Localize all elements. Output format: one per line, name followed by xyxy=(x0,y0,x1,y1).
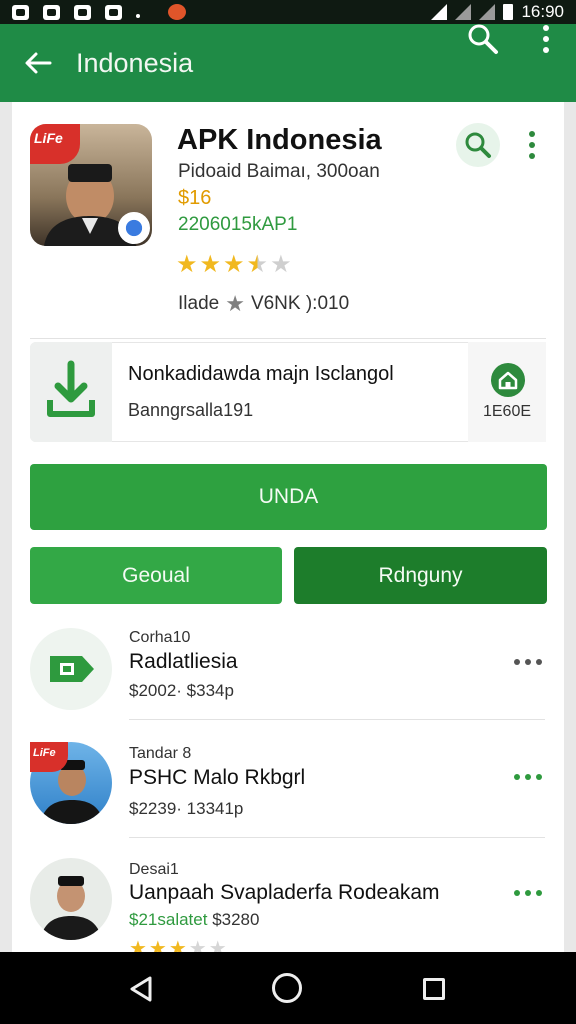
list-item-category: Desai1 xyxy=(129,861,179,878)
image-icon xyxy=(105,4,122,20)
secondary-left-button[interactable]: Geoual xyxy=(30,547,282,604)
app-price: $16 xyxy=(178,187,212,209)
list-item-title[interactable]: Uanpaah Svapladerfa Rodeakam xyxy=(129,881,440,905)
page-title: Indonesia xyxy=(76,47,194,78)
download-subtitle: Banngrsalla191 xyxy=(128,400,254,420)
clock: 16:90 xyxy=(521,2,564,21)
nav-home-icon[interactable] xyxy=(272,973,302,1003)
more-vert-icon[interactable] xyxy=(534,22,558,56)
list-item-icon xyxy=(30,628,112,710)
rating-stars: ★ ★ ★ ★ ★ xyxy=(176,250,292,279)
list-item-category: Tandar 8 xyxy=(129,745,192,762)
divider xyxy=(129,837,545,838)
download-title: Nonkadidawda majn Isclangol xyxy=(128,363,394,385)
more-horiz-icon[interactable] xyxy=(512,887,544,899)
home-icon[interactable] xyxy=(491,363,525,397)
search-icon[interactable] xyxy=(466,22,500,56)
app-code: 2206015kAP1 xyxy=(178,214,298,235)
more-horiz-icon[interactable] xyxy=(512,771,544,783)
notification-icon xyxy=(12,4,29,20)
meta-value: V6NK ):010 xyxy=(250,293,350,314)
app-meta: Ilade ★ V6NK ):010 xyxy=(178,291,349,317)
tag-icon xyxy=(50,656,94,682)
download-size: 1E60E xyxy=(482,403,532,420)
list-item-title[interactable]: PSHC Malo Rkbgrl xyxy=(129,766,305,790)
nav-back-icon[interactable] xyxy=(126,974,156,1004)
dot-icon xyxy=(136,14,140,18)
list-item-subtitle: $2002· $334p xyxy=(129,681,234,700)
list-item-subtitle: $2239· 13341p xyxy=(129,799,244,818)
app-icon: LiFe xyxy=(30,124,152,246)
search-button[interactable] xyxy=(456,123,500,167)
more-horiz-icon[interactable] xyxy=(512,656,544,668)
nav-recents-icon[interactable] xyxy=(423,978,445,1000)
divider xyxy=(129,719,545,720)
star-icon: ★ xyxy=(199,251,222,278)
search-icon xyxy=(465,132,491,158)
app-title: APK Indonesia xyxy=(177,124,382,156)
list-item-price: $21salatet xyxy=(129,910,208,929)
developer-name: Pidoaid Baimaı, 300oan xyxy=(178,161,380,182)
notification-icon xyxy=(74,4,91,20)
list-item-title[interactable]: Radlatliesia xyxy=(129,650,238,674)
battery-icon xyxy=(503,4,514,20)
download-icon-box xyxy=(30,342,112,442)
browser-icon xyxy=(168,4,186,20)
signal-icon xyxy=(455,4,472,20)
star-empty-icon: ★ xyxy=(270,251,292,278)
verified-icon xyxy=(118,212,150,244)
more-vert-icon[interactable] xyxy=(522,128,542,162)
arrow-left-icon xyxy=(25,52,52,74)
app-badge: LiFe xyxy=(30,124,80,164)
list-item-subtitle: $21salatet $3280 xyxy=(129,910,259,930)
notification-icon xyxy=(43,4,60,20)
star-half-icon: ★ xyxy=(246,251,269,278)
divider xyxy=(30,338,546,339)
wifi-icon xyxy=(431,4,448,20)
star-icon: ★ xyxy=(225,291,245,316)
download-icon xyxy=(47,360,95,417)
primary-button[interactable]: UNDA xyxy=(30,464,547,530)
signal-icon xyxy=(479,4,496,20)
list-item-badge: LiFe xyxy=(30,742,68,772)
status-bar: 16:90 xyxy=(0,0,576,24)
list-item-category: Corha10 xyxy=(129,629,191,646)
list-item-subtitle-value: $3280 xyxy=(212,910,260,929)
back-button[interactable] xyxy=(0,24,76,102)
star-icon: ★ xyxy=(223,251,245,278)
list-item-avatar xyxy=(30,858,112,940)
meta-label: Ilade xyxy=(178,293,220,314)
star-icon: ★ xyxy=(176,251,198,278)
secondary-right-button[interactable]: Rdnguny xyxy=(294,547,547,604)
person-avatar xyxy=(40,876,102,940)
